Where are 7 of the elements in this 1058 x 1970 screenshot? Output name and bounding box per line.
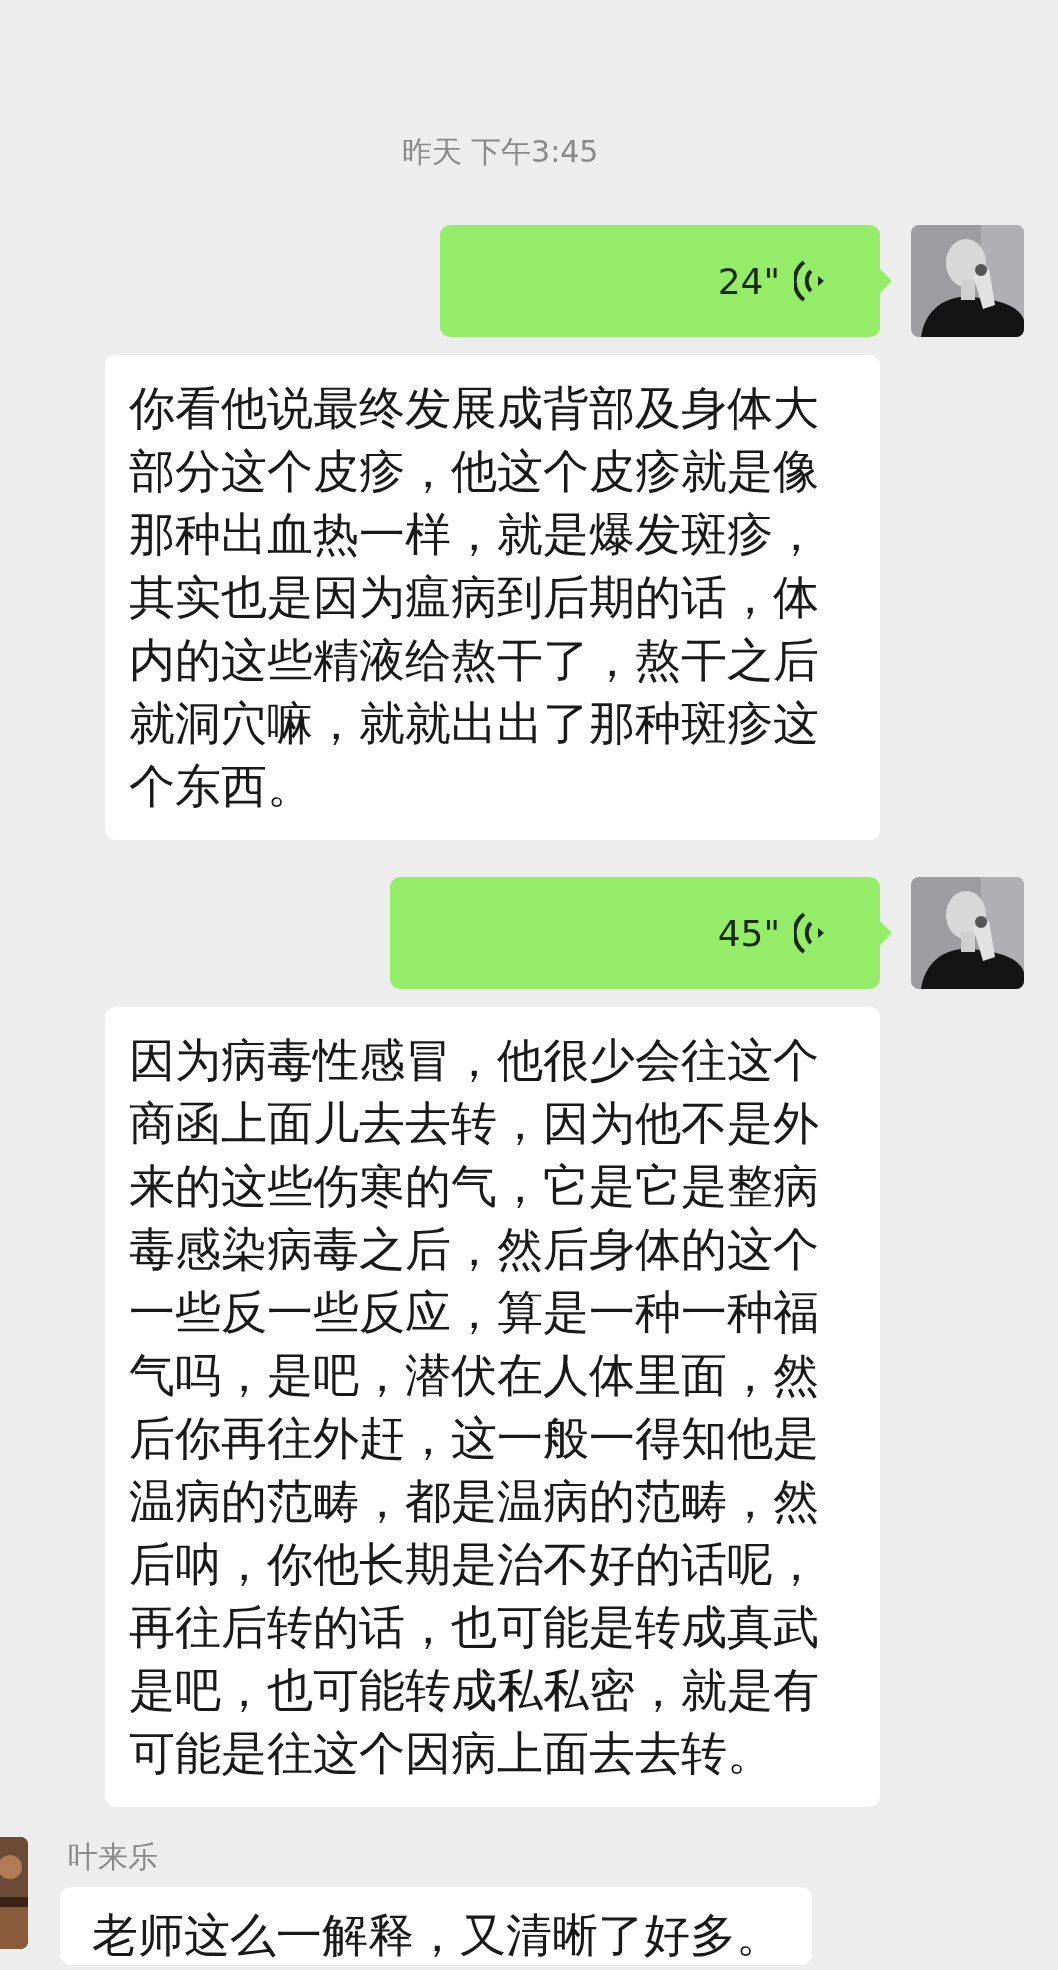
sender-name: 叶来乐 (68, 1838, 158, 1876)
message-bubble: 老师这么一解释，又清晰了好多。 (60, 1887, 812, 1965)
timestamp: 昨天 下午3:45 (400, 134, 600, 170)
transcript-bubble: 你看他说最终发展成背部及身体大部分这个皮疹，他这个皮疹就是像那种出血热一样，就是爆发斑疹，其实也是因为瘟病到后期的话，体内的这些精液给熬干了，熬干之后就洞穴嘛，就就出出了那种斑疹这个东西。 (105, 355, 880, 840)
voice-wave-icon (794, 911, 824, 955)
voice-wave-icon (794, 259, 824, 303)
transcript-bubble: 因为病毒性感冒，他很少会往这个商函上面儿去去转，因为他不是外来的这些伤寒的气，它是它是整病毒感染病毒之后，然后身体的这个一些反一些反应，算是一种一种福气吗，是吧，潜伏在人体里面，然后你再往外赶，这一般一得知他是温病的范畴，都是温病的范畴，然后呐，你他长期是治不好的话呢，再往后转的话，也可能是转成真武是吧，也可能转成私私密，就是有可能是往这个因病上面去去转。 (105, 1007, 880, 1807)
